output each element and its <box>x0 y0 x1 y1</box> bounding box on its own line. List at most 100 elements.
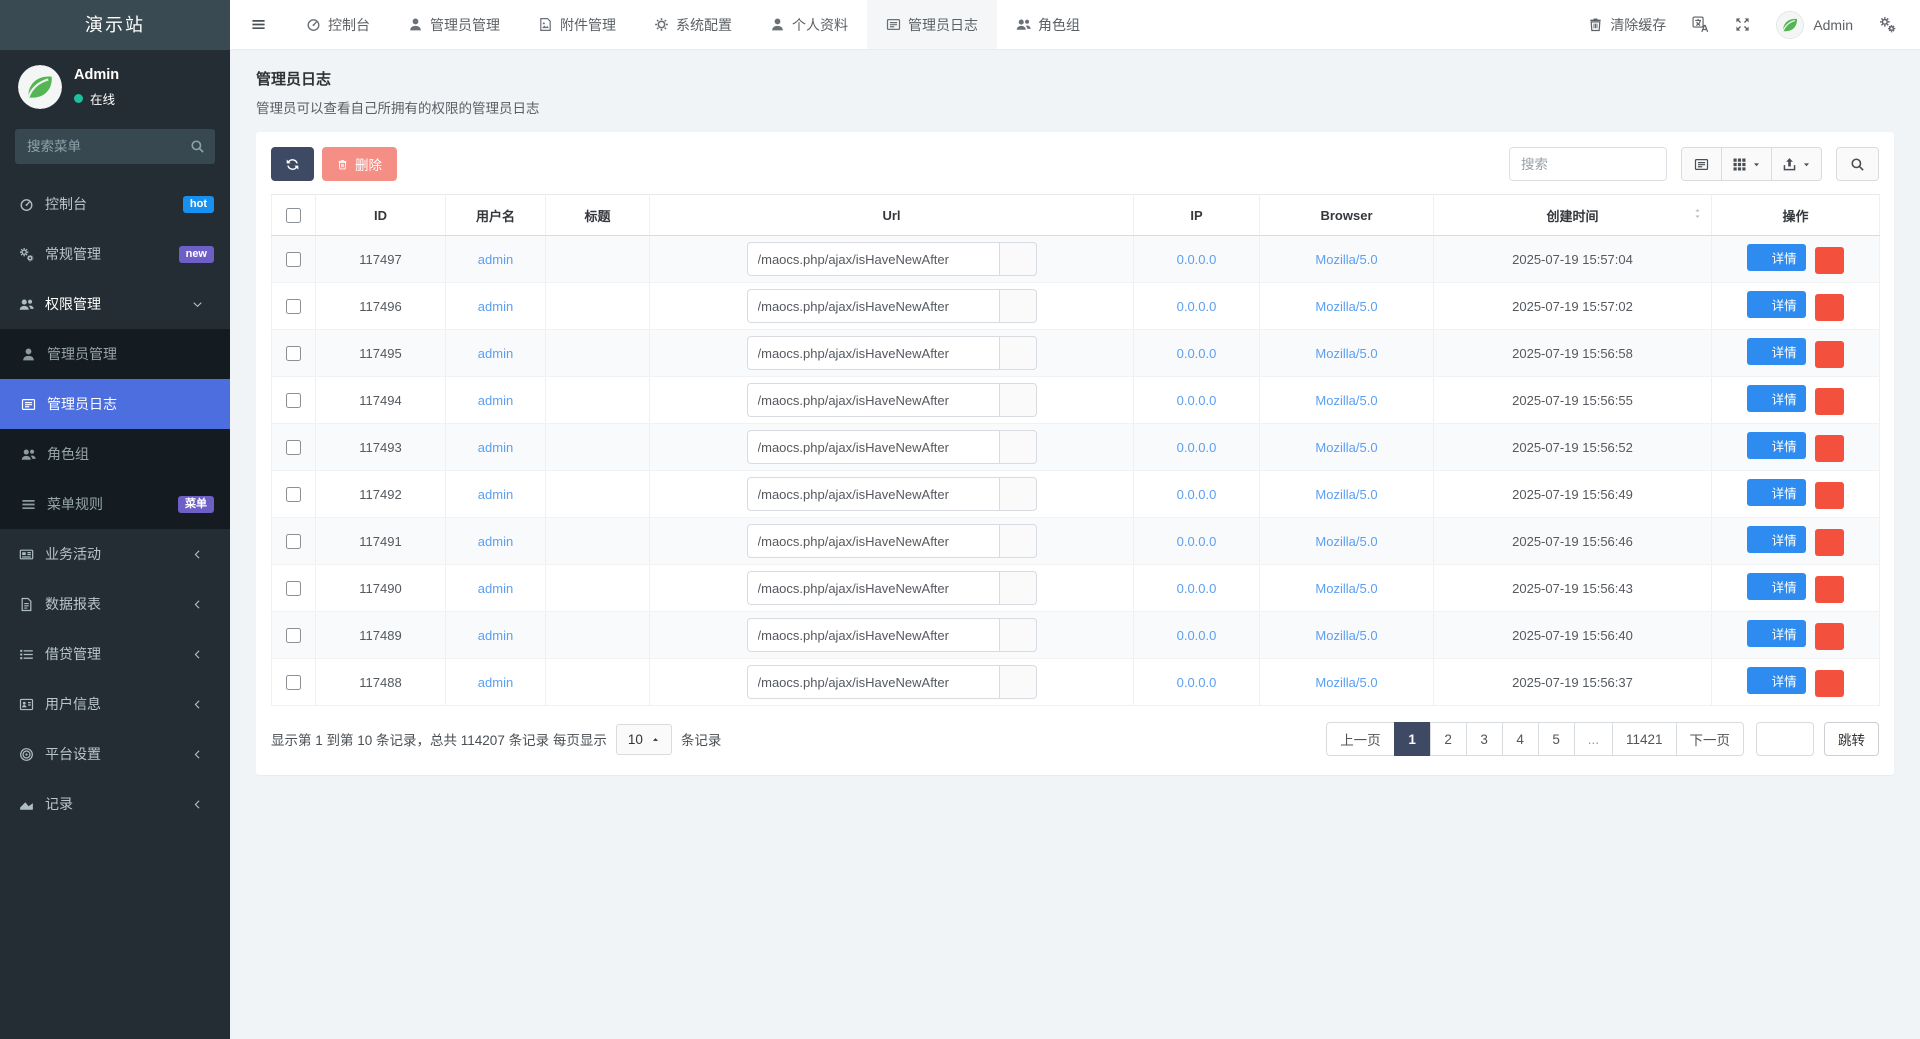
column-header-创建时间[interactable]: 创建时间 <box>1434 195 1712 236</box>
sidebar-item-用户信息[interactable]: 用户信息 <box>0 679 230 729</box>
nav-tab-管理员管理[interactable]: 管理员管理 <box>389 0 519 49</box>
detail-button[interactable]: 详情 <box>1747 244 1806 271</box>
sidebar-item-权限管理[interactable]: 权限管理 <box>0 279 230 329</box>
cell-browser-link[interactable]: Mozilla/5.0 <box>1315 440 1377 455</box>
row-checkbox[interactable] <box>286 299 301 314</box>
column-header-用户名[interactable]: 用户名 <box>446 195 546 236</box>
row-checkbox[interactable] <box>286 675 301 690</box>
url-input[interactable] <box>747 618 999 652</box>
row-checkbox[interactable] <box>286 487 301 502</box>
cell-ip-link[interactable]: 0.0.0.0 <box>1177 440 1217 455</box>
url-input[interactable] <box>747 477 999 511</box>
detail-button[interactable]: 详情 <box>1747 667 1806 694</box>
columns-button[interactable] <box>1722 147 1772 181</box>
url-link-button[interactable] <box>999 289 1037 323</box>
sidebar-item-管理员管理[interactable]: 管理员管理 <box>0 329 230 379</box>
nav-tab-管理员日志[interactable]: 管理员日志 <box>867 0 997 49</box>
detail-button[interactable]: 详情 <box>1747 291 1806 318</box>
url-link-button[interactable] <box>999 665 1037 699</box>
page-button-3[interactable]: 3 <box>1466 722 1503 756</box>
row-delete-button[interactable] <box>1815 435 1844 462</box>
cell-browser-link[interactable]: Mozilla/5.0 <box>1315 346 1377 361</box>
url-input[interactable] <box>747 430 999 464</box>
cell-username-link[interactable]: admin <box>478 346 513 361</box>
export-button[interactable] <box>1772 147 1822 181</box>
page-button-11421[interactable]: 11421 <box>1612 722 1677 756</box>
page-button-1[interactable]: 1 <box>1394 722 1431 756</box>
cell-browser-link[interactable]: Mozilla/5.0 <box>1315 299 1377 314</box>
sidebar-item-业务活动[interactable]: 业务活动 <box>0 529 230 579</box>
cell-browser-link[interactable]: Mozilla/5.0 <box>1315 487 1377 502</box>
cell-ip-link[interactable]: 0.0.0.0 <box>1177 252 1217 267</box>
page-size-select[interactable]: 10 <box>616 724 672 755</box>
delete-button[interactable]: 删除 <box>322 147 397 181</box>
sidebar-item-平台设置[interactable]: 平台设置 <box>0 729 230 779</box>
cell-ip-link[interactable]: 0.0.0.0 <box>1177 393 1217 408</box>
cell-username-link[interactable]: admin <box>478 393 513 408</box>
url-link-button[interactable] <box>999 336 1037 370</box>
cell-browser-link[interactable]: Mozilla/5.0 <box>1315 534 1377 549</box>
cell-browser-link[interactable]: Mozilla/5.0 <box>1315 675 1377 690</box>
detail-button[interactable]: 详情 <box>1747 526 1806 553</box>
cell-ip-link[interactable]: 0.0.0.0 <box>1177 628 1217 643</box>
detail-button[interactable]: 详情 <box>1747 338 1806 365</box>
nav-tab-系统配置[interactable]: 系统配置 <box>635 0 751 49</box>
cell-username-link[interactable]: admin <box>478 299 513 314</box>
url-link-button[interactable] <box>999 571 1037 605</box>
url-input[interactable] <box>747 524 999 558</box>
sidebar-item-借贷管理[interactable]: 借贷管理 <box>0 629 230 679</box>
nav-tab-附件管理[interactable]: 附件管理 <box>519 0 635 49</box>
cell-username-link[interactable]: admin <box>478 487 513 502</box>
next-page-button[interactable]: 下一页 <box>1676 722 1745 756</box>
table-search-input[interactable] <box>1509 147 1667 181</box>
sidebar-item-控制台[interactable]: 控制台hot <box>0 179 230 229</box>
row-delete-button[interactable] <box>1815 341 1844 368</box>
cell-ip-link[interactable]: 0.0.0.0 <box>1177 487 1217 502</box>
page-button-2[interactable]: 2 <box>1430 722 1467 756</box>
prev-page-button[interactable]: 上一页 <box>1326 722 1395 756</box>
sidebar-search-input[interactable] <box>15 129 215 164</box>
row-delete-button[interactable] <box>1815 529 1844 556</box>
cell-username-link[interactable]: admin <box>478 675 513 690</box>
url-link-button[interactable] <box>999 524 1037 558</box>
detail-button[interactable]: 详情 <box>1747 620 1806 647</box>
cell-browser-link[interactable]: Mozilla/5.0 <box>1315 628 1377 643</box>
cell-ip-link[interactable]: 0.0.0.0 <box>1177 581 1217 596</box>
page-button-4[interactable]: 4 <box>1502 722 1539 756</box>
detail-button[interactable]: 详情 <box>1747 479 1806 506</box>
url-link-button[interactable] <box>999 242 1037 276</box>
row-delete-button[interactable] <box>1815 482 1844 509</box>
brand-title[interactable]: 演示站 <box>0 0 230 50</box>
column-header-Browser[interactable]: Browser <box>1260 195 1434 236</box>
sidebar-toggle-button[interactable] <box>230 17 287 32</box>
page-jump-button[interactable]: 跳转 <box>1824 722 1879 756</box>
cell-username-link[interactable]: admin <box>478 534 513 549</box>
nav-tab-控制台[interactable]: 控制台 <box>287 0 389 49</box>
row-delete-button[interactable] <box>1815 247 1844 274</box>
cell-ip-link[interactable]: 0.0.0.0 <box>1177 346 1217 361</box>
detail-button[interactable]: 详情 <box>1747 432 1806 459</box>
row-checkbox[interactable] <box>286 346 301 361</box>
url-link-button[interactable] <box>999 430 1037 464</box>
page-button-5[interactable]: 5 <box>1538 722 1575 756</box>
url-link-button[interactable] <box>999 383 1037 417</box>
refresh-button[interactable] <box>271 147 314 181</box>
detail-button[interactable]: 详情 <box>1747 573 1806 600</box>
cell-browser-link[interactable]: Mozilla/5.0 <box>1315 581 1377 596</box>
clear-cache-button[interactable]: 清除缓存 <box>1588 15 1666 35</box>
url-input[interactable] <box>747 383 999 417</box>
cell-username-link[interactable]: admin <box>478 628 513 643</box>
column-header-IP[interactable]: IP <box>1134 195 1260 236</box>
url-input[interactable] <box>747 289 999 323</box>
url-input[interactable] <box>747 336 999 370</box>
row-delete-button[interactable] <box>1815 670 1844 697</box>
cell-browser-link[interactable]: Mozilla/5.0 <box>1315 393 1377 408</box>
nav-tab-角色组[interactable]: 角色组 <box>997 0 1099 49</box>
page-jump-input[interactable] <box>1756 722 1814 756</box>
cell-ip-link[interactable]: 0.0.0.0 <box>1177 675 1217 690</box>
url-input[interactable] <box>747 571 999 605</box>
row-delete-button[interactable] <box>1815 623 1844 650</box>
cell-browser-link[interactable]: Mozilla/5.0 <box>1315 252 1377 267</box>
row-checkbox[interactable] <box>286 440 301 455</box>
column-header-标题[interactable]: 标题 <box>546 195 650 236</box>
